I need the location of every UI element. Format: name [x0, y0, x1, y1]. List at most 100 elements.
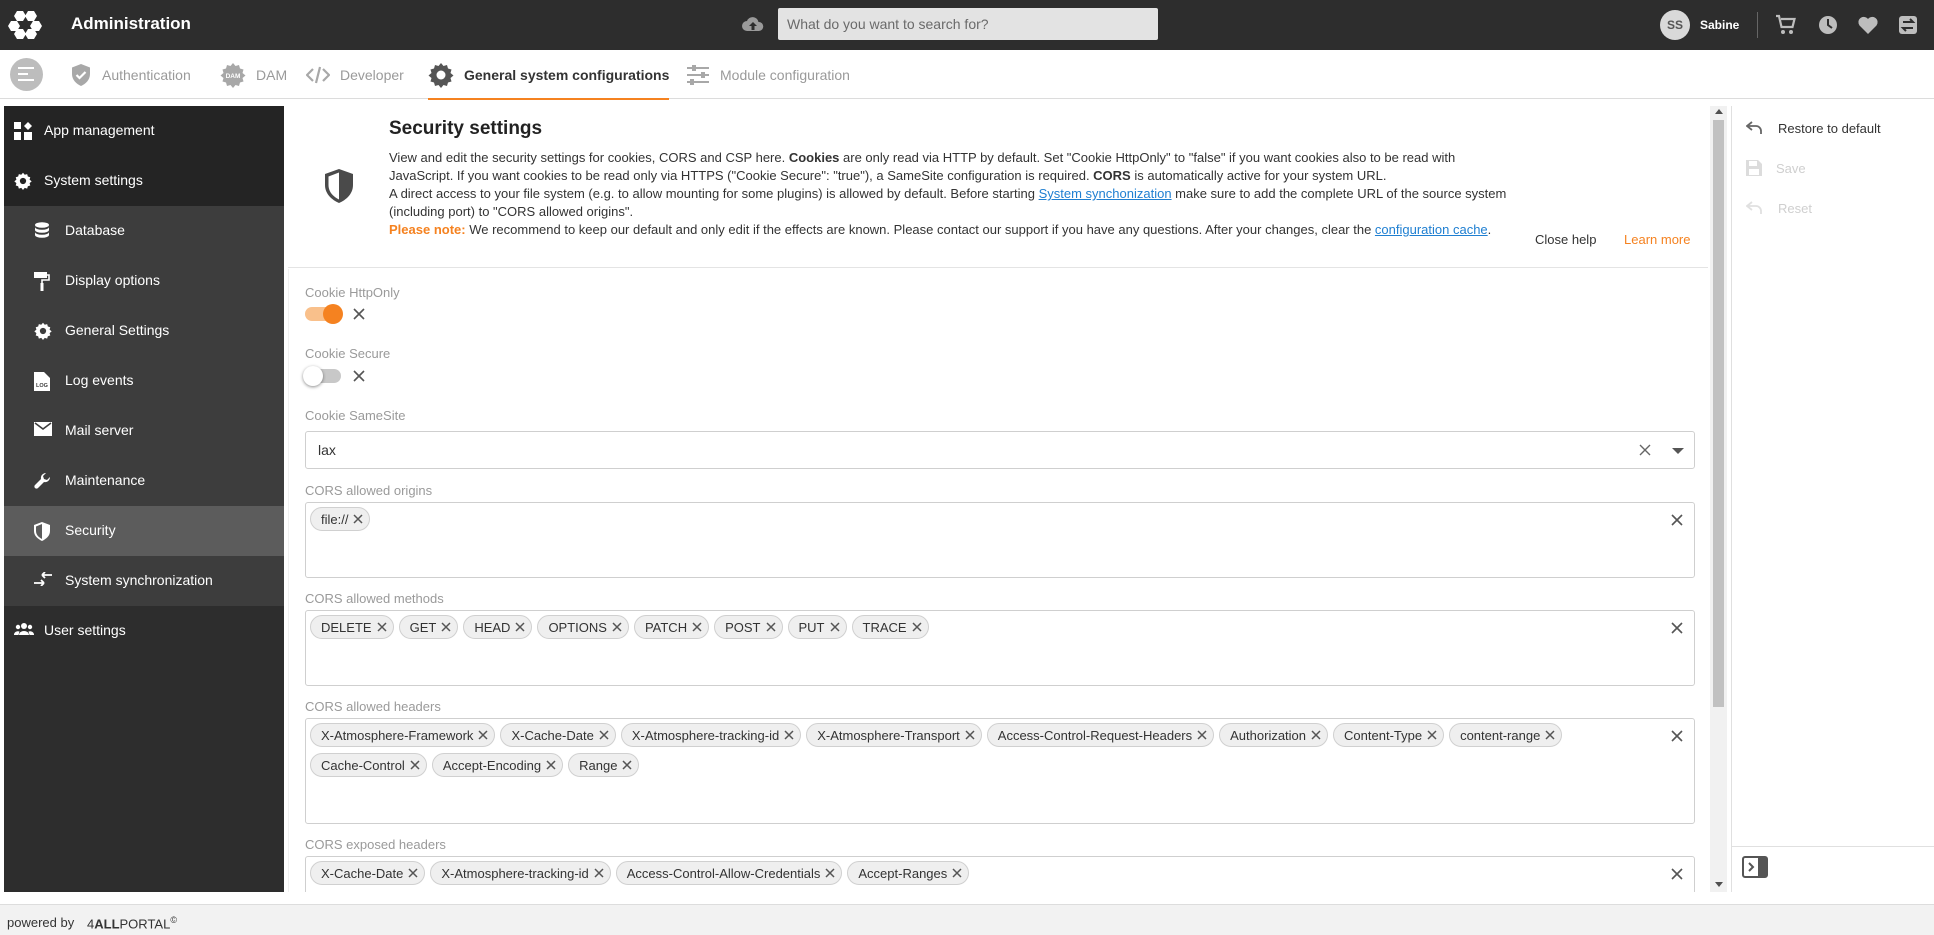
- chip[interactable]: GET: [398, 615, 459, 639]
- clear-icon[interactable]: [352, 307, 366, 321]
- reset-button[interactable]: Reset: [1746, 198, 1812, 218]
- clear-icon[interactable]: [352, 369, 366, 383]
- clear-icon[interactable]: [1670, 621, 1684, 635]
- clear-icon[interactable]: [1670, 867, 1684, 881]
- sidebar-item-system-settings[interactable]: System settings: [4, 156, 284, 206]
- remove-chip-icon[interactable]: [478, 730, 488, 740]
- chip[interactable]: Accept-Encoding: [431, 753, 564, 777]
- tab-dam[interactable]: DAM DAM: [220, 50, 287, 99]
- remove-chip-icon[interactable]: [1311, 730, 1321, 740]
- remove-chip-icon[interactable]: [952, 868, 962, 878]
- cart-icon[interactable]: [1774, 13, 1798, 37]
- sidebar-item-mail-server[interactable]: Mail server: [4, 406, 284, 456]
- chip[interactable]: Range: [568, 753, 640, 777]
- remove-chip-icon[interactable]: [594, 868, 604, 878]
- remove-chip-icon[interactable]: [1427, 730, 1437, 740]
- scroll-down-arrow[interactable]: [1715, 882, 1723, 887]
- save-button[interactable]: Save: [1746, 158, 1806, 178]
- chip[interactable]: HEAD: [463, 615, 533, 639]
- remove-chip-icon[interactable]: [410, 760, 420, 770]
- remove-chip-icon[interactable]: [622, 760, 632, 770]
- chip[interactable]: PATCH: [633, 615, 710, 639]
- remove-chip-icon[interactable]: [765, 622, 776, 632]
- main-menu-button[interactable]: [10, 58, 43, 91]
- chevron-down-icon[interactable]: [1672, 448, 1684, 454]
- cors-headers-field[interactable]: X-Atmosphere-Framework X-Cache-Date X-Atmo…: [305, 718, 1695, 824]
- remove-chip-icon[interactable]: [692, 622, 702, 632]
- remove-chip-icon[interactable]: [408, 868, 418, 878]
- remove-chip-icon[interactable]: [1545, 730, 1555, 740]
- chip[interactable]: PUT: [787, 615, 847, 639]
- remove-chip-icon[interactable]: [377, 622, 387, 632]
- chip[interactable]: Cache-Control: [310, 753, 427, 777]
- sidebar-item-system-synchronization[interactable]: System synchronization: [4, 556, 284, 606]
- chip[interactable]: file://: [310, 507, 371, 531]
- learn-more-link[interactable]: Learn more: [1624, 232, 1690, 247]
- chip[interactable]: Access-Control-Allow-Credentials: [615, 861, 843, 885]
- app-logo-icon[interactable]: [8, 9, 42, 41]
- collapse-panel-icon[interactable]: [1742, 856, 1768, 878]
- remove-chip-icon[interactable]: [825, 868, 835, 878]
- tab-general-system-configurations[interactable]: General system configurations: [428, 50, 670, 100]
- user-name[interactable]: Sabine: [1700, 18, 1739, 32]
- remove-chip-icon[interactable]: [784, 730, 794, 740]
- chip[interactable]: content-range: [1449, 723, 1563, 747]
- sidebar-item-app-management[interactable]: App management: [4, 106, 284, 156]
- chip[interactable]: Accept-Ranges: [847, 861, 970, 885]
- sidebar-item-general-settings[interactable]: General Settings: [4, 306, 284, 356]
- tab-authentication[interactable]: Authentication: [70, 50, 191, 99]
- system-synchronization-link[interactable]: System synchonization: [1039, 186, 1172, 201]
- remove-chip-icon[interactable]: [599, 730, 609, 740]
- chip[interactable]: X-Cache-Date: [310, 861, 426, 885]
- cors-exposed-field[interactable]: X-Cache-Date X-Atmosphere-tracking-id Acce…: [305, 856, 1695, 892]
- remove-chip-icon[interactable]: [441, 622, 451, 632]
- chip[interactable]: TRACE: [851, 615, 929, 639]
- tab-module-configuration[interactable]: Module configuration: [686, 50, 850, 99]
- cors-origins-field[interactable]: file://: [305, 502, 1695, 578]
- chip[interactable]: X-Atmosphere-tracking-id: [430, 861, 611, 885]
- remove-chip-icon[interactable]: [829, 622, 840, 632]
- chip[interactable]: Access-Control-Request-Headers: [986, 723, 1215, 747]
- tab-developer[interactable]: Developer: [306, 50, 404, 99]
- sidebar-item-display-options[interactable]: Display options: [4, 256, 284, 306]
- content-scrollbar[interactable]: [1710, 106, 1727, 892]
- sidebar-item-maintenance[interactable]: Maintenance: [4, 456, 284, 506]
- chip[interactable]: X-Cache-Date: [500, 723, 616, 747]
- sidebar-item-database[interactable]: Database: [4, 206, 284, 256]
- chip[interactable]: X-Atmosphere-Framework: [310, 723, 496, 747]
- cookie-httponly-toggle[interactable]: [305, 304, 343, 324]
- global-search-input[interactable]: [778, 8, 1158, 40]
- sidebar-item-security[interactable]: Security: [4, 506, 284, 556]
- sidebar-item-user-settings[interactable]: User settings: [4, 606, 284, 656]
- restore-to-default-button[interactable]: Restore to default: [1746, 118, 1881, 138]
- configuration-cache-link[interactable]: configuration cache: [1375, 222, 1488, 237]
- cors-methods-field[interactable]: DELETE GET HEAD OPTIONS PATCH POST PUT TRACE: [305, 610, 1695, 686]
- remove-chip-icon[interactable]: [353, 514, 363, 524]
- clear-icon[interactable]: [1670, 513, 1684, 527]
- cloud-upload-icon[interactable]: [742, 15, 764, 33]
- chip[interactable]: OPTIONS: [537, 615, 629, 639]
- chip[interactable]: X-Atmosphere-Transport: [806, 723, 982, 747]
- heart-icon[interactable]: [1856, 13, 1880, 37]
- clear-icon[interactable]: [1638, 443, 1652, 457]
- remove-chip-icon[interactable]: [965, 730, 975, 740]
- history-clock-icon[interactable]: [1816, 13, 1840, 37]
- remove-chip-icon[interactable]: [546, 760, 556, 770]
- chip[interactable]: Content-Type: [1333, 723, 1445, 747]
- cookie-secure-toggle[interactable]: [303, 366, 341, 386]
- scroll-up-arrow[interactable]: [1715, 109, 1723, 114]
- avatar[interactable]: SS: [1660, 10, 1690, 40]
- cookie-samesite-select[interactable]: lax: [305, 431, 1695, 469]
- switch-arrows-icon[interactable]: [1896, 13, 1920, 37]
- remove-chip-icon[interactable]: [912, 622, 922, 632]
- scrollbar-thumb[interactable]: [1713, 120, 1724, 707]
- chip[interactable]: POST: [714, 615, 783, 639]
- chip[interactable]: DELETE: [310, 615, 394, 639]
- chip[interactable]: Authorization: [1219, 723, 1329, 747]
- close-help-button[interactable]: Close help: [1535, 232, 1596, 247]
- remove-chip-icon[interactable]: [612, 622, 622, 632]
- remove-chip-icon[interactable]: [515, 622, 525, 632]
- sidebar-item-log-events[interactable]: LOG Log events: [4, 356, 284, 406]
- chip[interactable]: X-Atmosphere-tracking-id: [620, 723, 802, 747]
- remove-chip-icon[interactable]: [1197, 730, 1207, 740]
